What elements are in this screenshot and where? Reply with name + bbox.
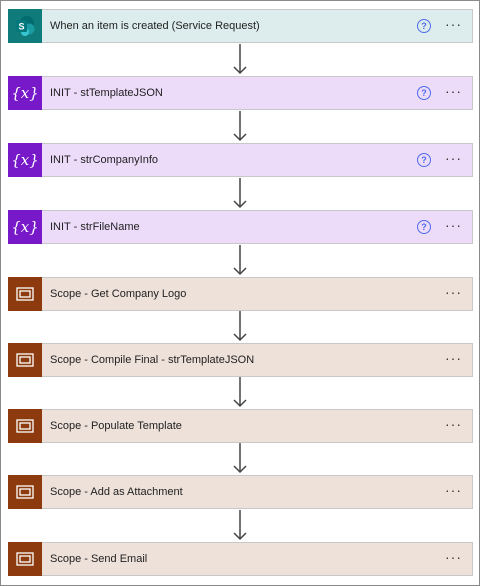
connector-arrow (233, 443, 247, 474)
more-options-icon[interactable]: ··· (445, 84, 462, 101)
step-trigger[interactable]: S When an item is created (Service Reque… (8, 8, 473, 43)
variable-icon: {x} (8, 142, 42, 177)
connector-arrow (233, 178, 247, 209)
help-icon[interactable]: ? (417, 153, 431, 167)
step-scope-send-email[interactable]: Scope - Send Email ··· (8, 541, 473, 576)
sharepoint-letter: S (18, 21, 24, 31)
step-label: Scope - Get Company Logo (50, 288, 187, 300)
connector-arrow (233, 44, 247, 75)
scope-icon (8, 342, 42, 377)
more-options-icon[interactable]: ··· (445, 285, 462, 302)
step-scope-compile-final[interactable]: Scope - Compile Final - strTemplateJSON … (8, 342, 473, 377)
step-label: INIT - stTemplateJSON (50, 87, 163, 99)
step-label: Scope - Compile Final - strTemplateJSON (50, 354, 255, 366)
step-label: INIT - strFileName (50, 221, 140, 233)
connector-arrow (233, 510, 247, 541)
more-options-icon[interactable]: ··· (445, 351, 462, 368)
more-options-icon[interactable]: ··· (445, 17, 462, 34)
step-init-sttemplatejson[interactable]: {x} INIT - stTemplateJSON ? ··· (8, 75, 473, 110)
more-options-icon[interactable]: ··· (445, 218, 462, 235)
step-scope-populate-template[interactable]: Scope - Populate Template ··· (8, 408, 473, 443)
help-icon[interactable]: ? (417, 86, 431, 100)
step-label: Scope - Add as Attachment (50, 486, 183, 498)
more-options-icon[interactable]: ··· (445, 483, 462, 500)
help-icon[interactable]: ? (417, 19, 431, 33)
scope-icon (8, 541, 42, 576)
step-scope-add-as-attachment[interactable]: Scope - Add as Attachment ··· (8, 474, 473, 509)
step-scope-get-company-logo[interactable]: Scope - Get Company Logo ··· (8, 276, 473, 311)
scope-icon (8, 474, 42, 509)
connector-arrow (233, 111, 247, 142)
scope-icon (8, 408, 42, 443)
connector-arrow (233, 377, 247, 408)
step-label: INIT - strCompanyInfo (50, 154, 158, 166)
flow-canvas: S When an item is created (Service Reque… (0, 0, 480, 586)
more-options-icon[interactable]: ··· (445, 151, 462, 168)
step-init-strcompanyinfo[interactable]: {x} INIT - strCompanyInfo ? ··· (8, 142, 473, 177)
connector-arrow (233, 311, 247, 342)
more-options-icon[interactable]: ··· (445, 417, 462, 434)
more-options-icon[interactable]: ··· (445, 550, 462, 567)
step-label: When an item is created (Service Request… (50, 20, 260, 32)
scope-icon (8, 276, 42, 311)
variable-icon: {x} (8, 209, 42, 244)
variable-icon: {x} (8, 75, 42, 110)
sharepoint-icon: S (8, 8, 42, 43)
step-label: Scope - Populate Template (50, 420, 182, 432)
step-label: Scope - Send Email (50, 553, 148, 565)
step-init-strfilename[interactable]: {x} INIT - strFileName ? ··· (8, 209, 473, 244)
connector-arrow (233, 245, 247, 276)
help-icon[interactable]: ? (417, 220, 431, 234)
